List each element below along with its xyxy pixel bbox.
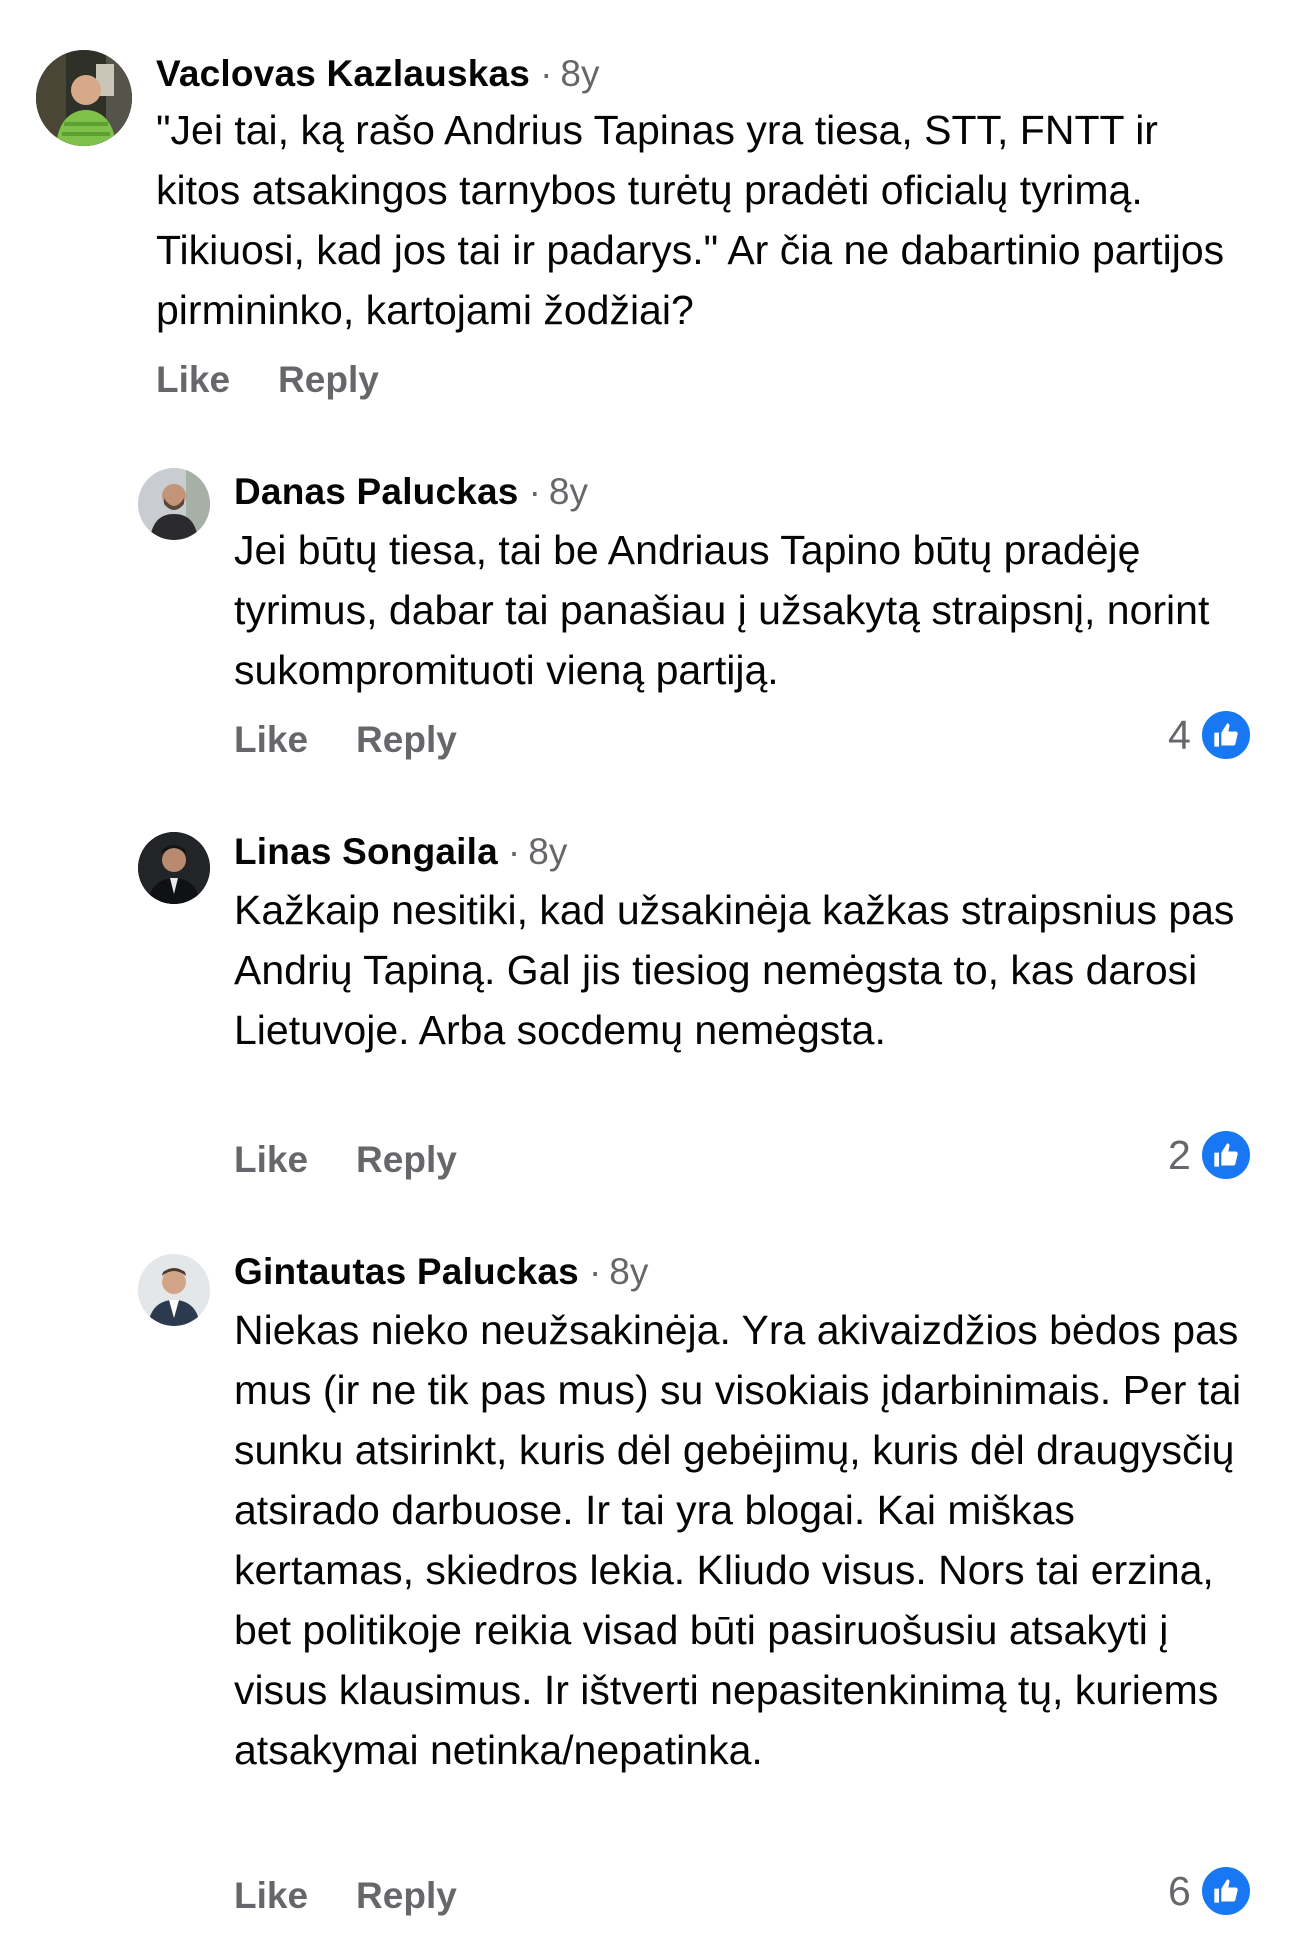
avatar[interactable] (36, 50, 132, 146)
avatar[interactable] (138, 832, 210, 904)
reaction-summary[interactable]: 6 (1168, 1864, 1253, 1918)
comment-header: Danas Paluckas · 8y (234, 470, 588, 514)
comment-thread: Vaclovas Kazlauskas · 8y "Jei tai, ką rašo… (0, 0, 1290, 1948)
author-name[interactable]: Linas Songaila (234, 831, 498, 872)
like-reaction-icon (1198, 1128, 1253, 1182)
timestamp[interactable]: 8y (528, 831, 567, 872)
like-button[interactable]: Like (234, 1139, 308, 1180)
reaction-summary[interactable]: 4 (1168, 708, 1253, 762)
timestamp[interactable]: 8y (560, 53, 599, 94)
reply-button[interactable]: Reply (356, 1875, 457, 1916)
comment: Danas Paluckas · 8y Jei būtų tiesa, tai be… (0, 420, 1290, 780)
separator: · (540, 53, 553, 94)
comment-header: Gintautas Paluckas · 8y (234, 1250, 648, 1294)
avatar[interactable] (138, 1254, 210, 1326)
avatar-photo-icon (138, 1254, 210, 1326)
reaction-count: 2 (1168, 1132, 1191, 1178)
author-name[interactable]: Gintautas Paluckas (234, 1251, 579, 1292)
comment-text: "Jei tai, ką rašo Andrius Tapinas yra ti… (156, 107, 1225, 333)
reaction-summary[interactable]: 2 (1168, 1128, 1253, 1182)
comment-text: Jei būtų tiesa, tai be Andriaus Tapino b… (234, 527, 1210, 693)
reaction-count: 6 (1168, 1868, 1191, 1914)
comment-header: Vaclovas Kazlauskas · 8y (156, 52, 599, 96)
like-button[interactable]: Like (156, 359, 230, 400)
comment-text: Niekas nieko neužsakinėja. Yra akivaizdž… (234, 1307, 1242, 1773)
author-name[interactable]: Danas Paluckas (234, 471, 519, 512)
separator: · (507, 831, 521, 872)
comment-header: Linas Songaila · 8y (234, 830, 567, 874)
comment: Gintautas Paluckas · 8y Niekas nieko neužs… (0, 1200, 1290, 1948)
like-button[interactable]: Like (234, 719, 308, 760)
reaction-count: 4 (1168, 712, 1191, 758)
avatar-photo-icon (138, 832, 210, 904)
timestamp[interactable]: 8y (609, 1251, 648, 1292)
comment: Linas Songaila · 8y Kažkaip nesitiki, kad … (0, 780, 1290, 1200)
separator: · (588, 1251, 602, 1292)
comment-actions: Like Reply (156, 358, 379, 402)
like-reaction-icon (1198, 1864, 1253, 1918)
comment-actions: Like Reply (234, 718, 457, 762)
comment-actions: Like Reply (234, 1138, 457, 1182)
avatar-photo-icon (138, 468, 210, 540)
timestamp[interactable]: 8y (549, 471, 588, 512)
avatar[interactable] (138, 468, 210, 540)
author-name[interactable]: Vaclovas Kazlauskas (156, 53, 530, 94)
reply-button[interactable]: Reply (278, 359, 379, 400)
comment-text: Kažkaip nesitiki, kad užsakinėja kažkas … (234, 887, 1235, 1053)
avatar-photo-icon (36, 50, 132, 146)
reply-button[interactable]: Reply (356, 1139, 457, 1180)
separator: · (528, 471, 541, 512)
comment: Vaclovas Kazlauskas · 8y "Jei tai, ką rašo… (0, 0, 1290, 420)
comment-actions: Like Reply (234, 1874, 457, 1918)
like-button[interactable]: Like (234, 1875, 308, 1916)
like-reaction-icon (1198, 708, 1253, 762)
reply-button[interactable]: Reply (356, 719, 457, 760)
